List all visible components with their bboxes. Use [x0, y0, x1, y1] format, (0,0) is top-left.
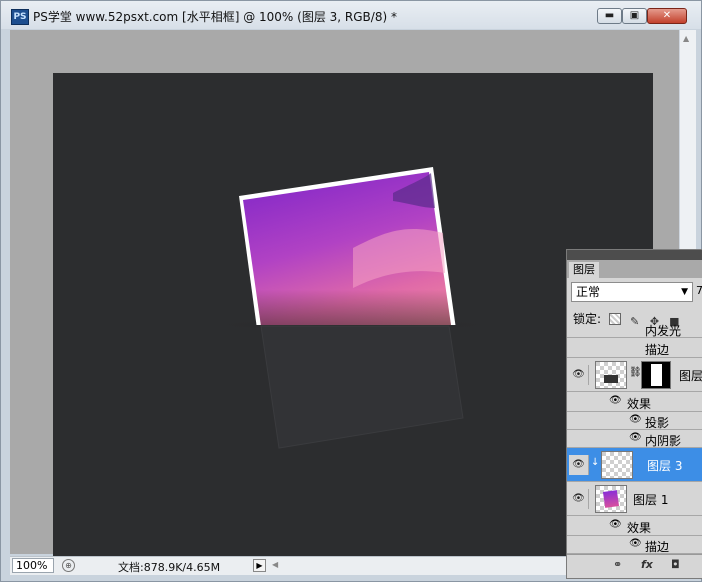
status-info-icon[interactable]: ⊕ [62, 559, 75, 572]
eye-icon[interactable]: 👁 [569, 365, 589, 385]
layer-effect-row[interactable]: 内发光 [567, 322, 702, 338]
window-title: PS学堂 www.52psxt.com [水平相框] @ 100% (图层 3,… [33, 10, 397, 24]
eye-icon[interactable]: 👁 [629, 414, 642, 425]
eye-icon[interactable]: 👁 [569, 489, 589, 509]
document-canvas[interactable] [53, 73, 653, 572]
maximize-icon: ▣ [629, 10, 640, 21]
effect-label: 内阴影 [645, 434, 682, 448]
layers-list: 内发光 描边 👁 ⛓ 图层 👁 效果 👁 投影 👁 内阴影 👁 ↓ 图层 3 👁… [567, 324, 702, 562]
close-button[interactable]: ✕ [647, 8, 687, 24]
layers-panel-footer: ⚭ fx ◘ [567, 554, 702, 577]
maximize-button[interactable]: ▣ [622, 8, 647, 24]
layer-thumbnail [595, 485, 627, 513]
layer-row[interactable]: 👁 图层 1 [567, 482, 702, 516]
tab-layers[interactable]: 图层 [569, 262, 599, 278]
layer-effect-row[interactable]: 描边 [567, 338, 702, 358]
photoshop-app-icon: PS [11, 9, 29, 25]
scroll-left-icon[interactable]: ◀ [272, 560, 278, 569]
eye-icon[interactable]: 👁 [629, 432, 642, 443]
clipping-arrow-icon: ↓ [591, 457, 600, 468]
layer-name: 图层 1 [633, 493, 669, 507]
panel-header[interactable] [567, 250, 702, 260]
eye-icon[interactable]: 👁 [569, 455, 589, 475]
effects-label: 效果 [627, 521, 652, 535]
photo-reflection [260, 325, 464, 449]
effect-label: 描边 [645, 540, 670, 554]
link-icon[interactable]: ⚭ [613, 558, 622, 571]
layer-thumbnail [601, 451, 633, 479]
effects-label: 效果 [627, 397, 652, 411]
effect-label: 投影 [645, 416, 670, 430]
layer-row[interactable]: 👁 ⛓ 图层 [567, 358, 702, 392]
eye-icon[interactable]: 👁 [629, 538, 642, 549]
layer-effects-header[interactable]: 👁 效果 [567, 516, 702, 536]
status-menu-arrow-icon[interactable]: ▶ [253, 559, 266, 572]
blend-mode-select[interactable]: 正常 ▼ [571, 282, 693, 302]
zoom-field[interactable]: 100% [12, 558, 54, 573]
eye-icon[interactable]: 👁 [609, 519, 622, 530]
layer-effect-row[interactable]: 👁 投影 [567, 412, 702, 430]
canvas-artwork [203, 167, 503, 449]
layer-effects-header[interactable]: 👁 效果 [567, 392, 702, 412]
layer-thumbnail [595, 361, 627, 389]
chain-link-icon[interactable]: ⛓ [629, 367, 642, 378]
chevron-down-icon: ▼ [681, 287, 688, 297]
layer-name: 图层 3 [647, 459, 683, 473]
layer-effect-row[interactable]: 👁 内阴影 [567, 430, 702, 448]
document-info: 文档:878.9K/4.65M [118, 561, 221, 574]
layer-row-selected[interactable]: 👁 ↓ 图层 3 [567, 448, 702, 482]
mask-icon[interactable]: ◘ [671, 558, 680, 571]
minimize-button[interactable]: ▬ [597, 8, 622, 24]
eye-icon[interactable]: 👁 [609, 395, 622, 406]
fx-icon[interactable]: fx [641, 558, 653, 571]
minimize-icon: ▬ [604, 10, 615, 21]
opacity-label: 7 [696, 284, 702, 297]
thumbnail-shape [604, 375, 618, 383]
layer-effect-row[interactable]: 👁 描边 [567, 536, 702, 554]
layer-mask-thumbnail[interactable] [641, 361, 671, 389]
close-icon: ✕ [662, 10, 672, 21]
layers-panel: 图层 正常 ▼ 7 锁定: ✎ ✥ ■ 内发光 描边 👁 ⛓ 图层 👁 [566, 249, 702, 579]
blend-mode-value: 正常 [576, 285, 601, 299]
thumbnail-photo [602, 490, 620, 508]
panel-tab-row: 图层 [567, 260, 702, 278]
effect-label: 描边 [645, 343, 670, 357]
effect-label: 内发光 [645, 324, 682, 338]
title-bar[interactable]: PS PS学堂 www.52psxt.com [水平相框] @ 100% (图层… [1, 1, 701, 29]
scroll-up-icon[interactable]: ▲ [683, 34, 689, 43]
layer-name: 图层 [679, 369, 702, 383]
